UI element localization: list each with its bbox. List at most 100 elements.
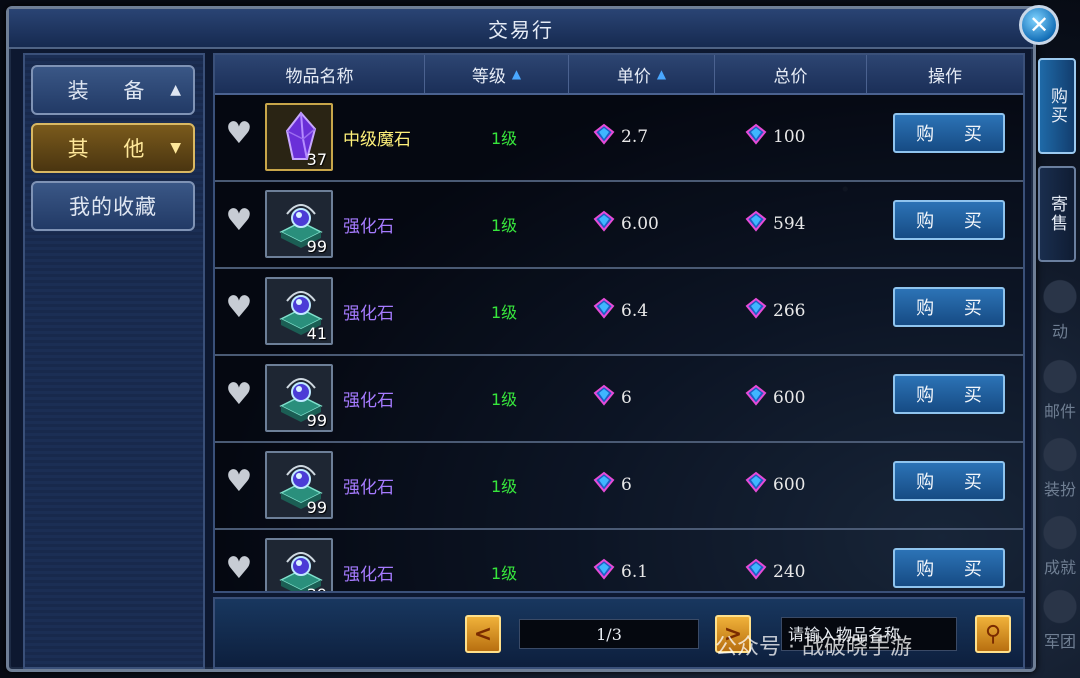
diamond-currency-icon	[593, 210, 615, 237]
item-level: 1级	[491, 216, 518, 235]
table-row: ♥ 99 强化石 1级 6 600 购 买	[215, 443, 1023, 530]
unit-price: 6.4	[593, 297, 648, 324]
table-row: ♥ 99 强化石 1级 6 600 购 买	[215, 356, 1023, 443]
column-header-level[interactable]: 等级 ▲	[425, 55, 569, 93]
table-row: ♥ 41 强化石 1级 6.4 266 购 买	[215, 269, 1023, 356]
diamond-currency-icon	[593, 123, 615, 150]
total-price-value: 594	[773, 213, 806, 234]
prev-page-button[interactable]: <	[465, 615, 501, 653]
next-page-button[interactable]: >	[715, 615, 751, 653]
sidebar-item-equipment[interactable]: 装 备 ▲	[31, 65, 195, 115]
title-bar: 交易行	[9, 9, 1033, 49]
chevron-right-icon: >	[723, 621, 743, 647]
sort-ascending-icon: ▲	[656, 67, 667, 81]
item-slot[interactable]: 99	[265, 364, 333, 432]
page-indicator: 1/3	[519, 619, 699, 649]
table-row: ♥ 39 强化石 1级 6.1 240 购 买	[215, 530, 1023, 591]
item-level: 1级	[491, 129, 518, 148]
side-menu-mail[interactable]: 邮件	[1040, 350, 1080, 426]
item-slot[interactable]: 39	[265, 538, 333, 591]
total-price-value: 240	[773, 561, 806, 582]
diamond-currency-icon	[745, 471, 767, 498]
item-slot[interactable]: 41	[265, 277, 333, 345]
unit-price-value: 6.4	[621, 300, 649, 321]
side-menu-costume[interactable]: 装扮	[1040, 428, 1080, 504]
side-menu-activity[interactable]: 动	[1040, 270, 1080, 346]
item-level: 1级	[491, 477, 518, 496]
category-sidebar: 装 备 ▲ 其 他 ▼ 我的收藏	[23, 53, 205, 669]
total-price-value: 266	[773, 300, 806, 321]
trade-window: 交易行 ✕ 装 备 ▲ 其 他 ▼ 我的收藏 物品名称 等级 ▲ 单价 ▲ 总价…	[6, 5, 1059, 672]
favorite-heart-icon[interactable]: ♥	[223, 554, 255, 584]
item-slot[interactable]: 99	[265, 190, 333, 258]
side-menu-legion[interactable]: 军团	[1040, 580, 1080, 656]
chevron-down-icon: ▼	[170, 140, 181, 156]
search-input[interactable]	[781, 617, 957, 651]
table-row: ♥ 99 强化石 1级 6.00 594 购 买	[215, 182, 1023, 269]
diamond-currency-icon	[593, 384, 615, 411]
buy-button[interactable]: 购 买	[893, 287, 1005, 327]
sidebar-item-favorites[interactable]: 我的收藏	[31, 181, 195, 231]
column-header-unit-price[interactable]: 单价 ▲	[569, 55, 715, 93]
total-price: 600	[745, 384, 805, 411]
tab-label: 寄售	[1047, 195, 1067, 233]
item-name: 强化石	[343, 478, 394, 498]
unit-price: 2.7	[593, 123, 648, 150]
item-name: 中级魔石	[343, 130, 411, 150]
item-name: 强化石	[343, 217, 394, 237]
diamond-currency-icon	[745, 384, 767, 411]
buy-button[interactable]: 购 买	[893, 461, 1005, 501]
item-quantity: 41	[306, 324, 327, 343]
sidebar-item-label: 其 他	[67, 137, 159, 161]
item-quantity: 99	[306, 498, 327, 517]
total-price-value: 100	[773, 126, 806, 147]
side-menu-achievement[interactable]: 成就	[1040, 506, 1080, 582]
diamond-currency-icon	[593, 558, 615, 585]
item-slot[interactable]: 37	[265, 103, 333, 171]
table-row: ♥ 37 中级魔石 1级 2.7 100 购 买	[215, 95, 1023, 182]
diamond-currency-icon	[745, 123, 767, 150]
sidebar-item-label: 我的收藏	[69, 195, 157, 219]
favorite-heart-icon[interactable]: ♥	[223, 119, 255, 149]
buy-button[interactable]: 购 买	[893, 374, 1005, 414]
diamond-currency-icon	[593, 471, 615, 498]
favorite-heart-icon[interactable]: ♥	[223, 380, 255, 410]
search-button[interactable]: ⚲	[975, 615, 1011, 653]
column-header-total: 总价	[715, 55, 867, 93]
item-level: 1级	[491, 390, 518, 409]
close-icon[interactable]: ✕	[1019, 5, 1059, 45]
unit-price-value: 6	[621, 474, 632, 495]
unit-price: 6.00	[593, 210, 659, 237]
total-price-value: 600	[773, 474, 806, 495]
favorite-heart-icon[interactable]: ♥	[223, 467, 255, 497]
unit-price: 6	[593, 471, 632, 498]
pagination-bar: < 1/3 > ⚲ 公众号 · 战破晓手游	[213, 597, 1025, 669]
unit-price-value: 6.00	[621, 213, 659, 234]
favorite-heart-icon[interactable]: ♥	[223, 206, 255, 236]
item-slot[interactable]: 99	[265, 451, 333, 519]
favorite-heart-icon[interactable]: ♥	[223, 293, 255, 323]
item-quantity: 39	[307, 585, 327, 591]
sidebar-item-other[interactable]: 其 他 ▼	[31, 123, 195, 173]
search-icon: ⚲	[984, 621, 1002, 647]
total-price: 600	[745, 471, 805, 498]
total-price-value: 600	[773, 387, 806, 408]
item-level: 1级	[491, 303, 518, 322]
diamond-currency-icon	[745, 210, 767, 237]
table-body: ♥ 37 中级魔石 1级 2.7 100 购 买 ♥ 99 强化石 1级 6.00 594 购 买 ♥ 41 强…	[215, 95, 1023, 591]
diamond-currency-icon	[745, 558, 767, 585]
unit-price: 6	[593, 384, 632, 411]
buy-button[interactable]: 购 买	[893, 113, 1005, 153]
tab-consign[interactable]: 寄售	[1038, 166, 1076, 262]
total-price: 594	[745, 210, 805, 237]
item-level: 1级	[491, 564, 518, 583]
buy-button[interactable]: 购 买	[893, 200, 1005, 240]
tab-buy[interactable]: 购买	[1038, 58, 1076, 154]
diamond-currency-icon	[593, 297, 615, 324]
sort-ascending-icon: ▲	[511, 67, 522, 81]
total-price: 240	[745, 558, 805, 585]
chevron-up-icon: ▲	[170, 82, 181, 98]
unit-price-value: 6	[621, 387, 632, 408]
unit-price: 6.1	[593, 558, 648, 585]
buy-button[interactable]: 购 买	[893, 548, 1005, 588]
